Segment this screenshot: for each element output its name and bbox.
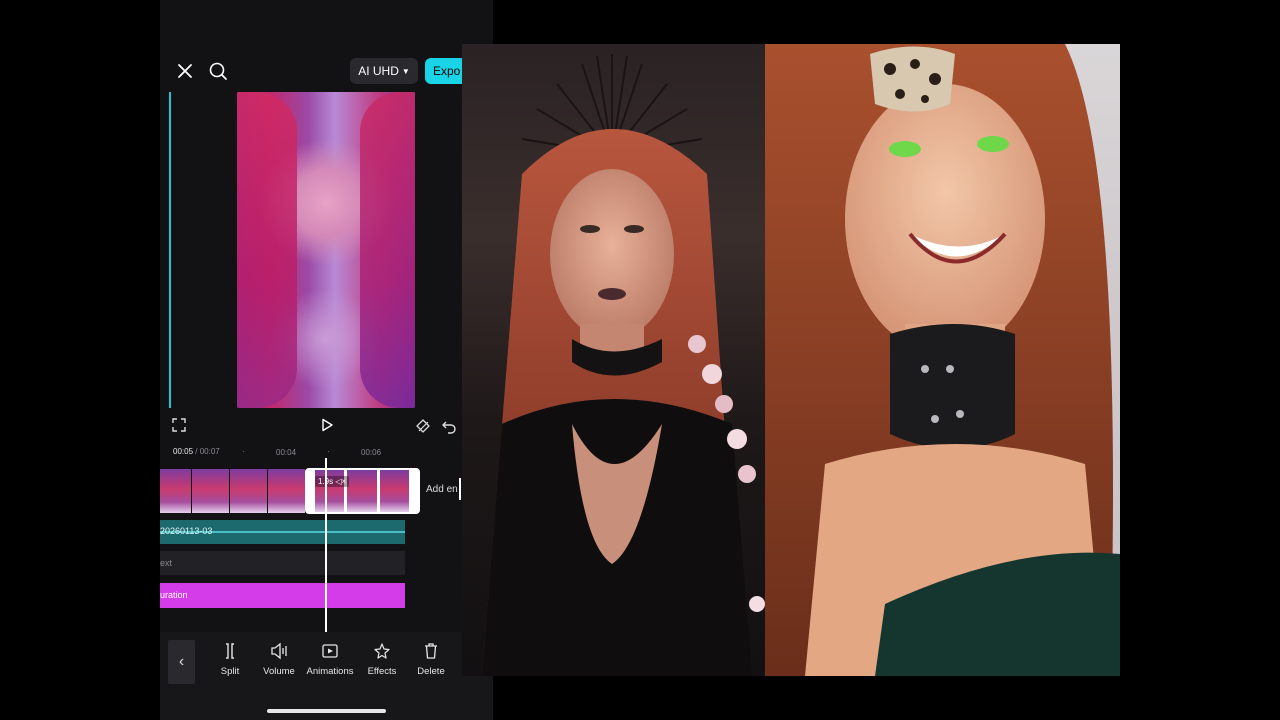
chevron-left-icon[interactable]: ‹ — [168, 640, 195, 684]
portrait-photo-crown — [462, 44, 765, 676]
text-track[interactable] — [160, 551, 405, 575]
video-preview[interactable] — [237, 92, 415, 408]
keyframe-icon[interactable] — [415, 418, 431, 434]
video-clip-track[interactable] — [160, 469, 306, 513]
preview-edge-line — [169, 92, 171, 408]
delete-button[interactable]: Delete — [401, 642, 461, 677]
clip-thumbnail — [379, 470, 409, 512]
time-separator: / — [195, 447, 198, 456]
animations-button[interactable]: Animations — [300, 642, 360, 677]
ruler-dot: · — [327, 447, 330, 456]
selected-clip[interactable]: 1.9s ◁× — [305, 468, 420, 514]
delete-label: Delete — [417, 666, 445, 677]
search-icon[interactable] — [208, 61, 228, 81]
expand-icon[interactable] — [172, 418, 188, 434]
clip-thumbnail — [347, 470, 377, 512]
time-readout: 00:05 / 00:07 — [173, 447, 220, 456]
total-time: 00:07 — [199, 447, 220, 456]
ruler-dot: · — [242, 447, 245, 456]
split-label: Split — [220, 666, 240, 677]
add-ending-button[interactable]: Add en — [426, 484, 458, 495]
mute-icon: ◁× — [335, 477, 347, 486]
playhead[interactable] — [325, 458, 327, 632]
effect-track-label: uration — [160, 590, 188, 600]
split-icon — [222, 642, 238, 664]
animations-label: Animations — [306, 666, 354, 677]
caret-down-icon: ▼ — [401, 66, 410, 76]
volume-icon — [270, 642, 288, 664]
clip-thumbnail — [192, 469, 229, 513]
audio-track-label: 20260113-03 — [160, 526, 213, 536]
effects-label: Effects — [367, 666, 397, 677]
clip-thumbnail — [160, 469, 191, 513]
portrait-photo-crown-art — [482, 54, 765, 676]
close-icon[interactable] — [175, 61, 195, 81]
timeline-edge-cursor — [459, 478, 461, 500]
trash-icon — [423, 642, 439, 664]
clip-duration-badge: 1.9s ◁× — [315, 476, 350, 487]
volume-label: Volume — [263, 666, 295, 677]
clip-thumbnail — [268, 469, 305, 513]
effect-track[interactable] — [160, 583, 405, 608]
undo-icon[interactable] — [441, 418, 457, 434]
ruler-mark: 00:04 — [276, 448, 297, 457]
portrait-photo-smile-art — [765, 44, 1120, 676]
play-icon[interactable] — [320, 418, 334, 432]
export-label: Expo — [433, 64, 461, 78]
quality-label: AI UHD — [358, 64, 399, 78]
video-editor-app: AI UHD ▼ Expo 00:05 / 00:07 · 00:04 · 00… — [160, 0, 493, 720]
home-indicator — [267, 709, 386, 713]
quality-dropdown[interactable]: AI UHD ▼ — [350, 58, 418, 84]
animations-icon — [321, 642, 339, 664]
current-time: 00:05 — [173, 447, 194, 456]
portrait-photo-smile — [765, 44, 1120, 676]
ruler-mark: 00:06 — [361, 448, 382, 457]
text-track-label: ext — [160, 558, 173, 568]
clip-thumbnail — [230, 469, 267, 513]
effects-icon — [373, 642, 391, 664]
